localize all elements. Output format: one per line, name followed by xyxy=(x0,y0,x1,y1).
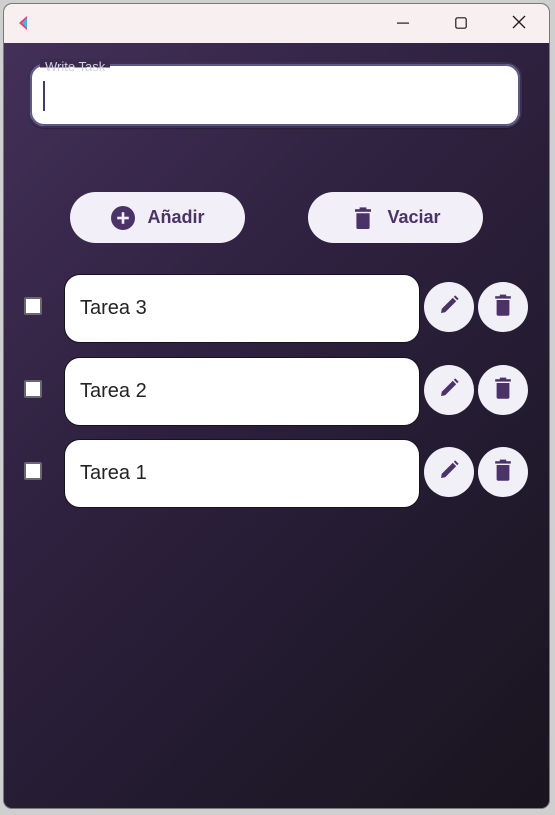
title-bar xyxy=(4,4,549,43)
plus-circle-icon xyxy=(110,205,136,231)
text-cursor xyxy=(43,81,45,111)
task-input-label: Write Task xyxy=(40,59,111,75)
minimize-icon xyxy=(397,14,409,33)
delete-task-button[interactable] xyxy=(478,282,528,332)
trash-icon xyxy=(490,292,516,322)
clear-all-button[interactable]: Vaciar xyxy=(308,192,483,243)
trash-icon xyxy=(490,457,516,487)
task-input[interactable] xyxy=(42,78,482,112)
edit-task-button[interactable] xyxy=(424,365,474,415)
app-window: Write Task Añadir Vaciar Tarea 3 Tarea 2… xyxy=(4,4,549,808)
clear-button-label: Vaciar xyxy=(387,207,441,227)
task-row: Tarea 1 xyxy=(4,438,549,508)
task-checkbox[interactable] xyxy=(24,462,42,480)
task-row: Tarea 3 xyxy=(4,273,549,343)
trash-icon xyxy=(350,205,376,231)
add-button-label: Añadir xyxy=(147,207,205,227)
minimize-button[interactable] xyxy=(374,4,432,43)
edit-task-button[interactable] xyxy=(424,282,474,332)
delete-task-button[interactable] xyxy=(478,447,528,497)
main-content: Write Task Añadir Vaciar Tarea 3 Tarea 2… xyxy=(4,43,549,808)
edit-task-button[interactable] xyxy=(424,447,474,497)
task-label: Tarea 1 xyxy=(64,439,420,508)
delete-task-button[interactable] xyxy=(478,365,528,415)
pencil-icon xyxy=(436,375,462,405)
pencil-icon xyxy=(436,292,462,322)
close-icon xyxy=(512,14,526,33)
task-row: Tarea 2 xyxy=(4,356,549,426)
maximize-button[interactable] xyxy=(432,4,490,43)
task-label: Tarea 3 xyxy=(64,274,420,343)
maximize-icon xyxy=(455,14,467,33)
task-label: Tarea 2 xyxy=(64,357,420,426)
trash-icon xyxy=(490,375,516,405)
pencil-icon xyxy=(436,457,462,487)
close-button[interactable] xyxy=(490,4,548,43)
task-checkbox[interactable] xyxy=(24,297,42,315)
app-logo-icon xyxy=(14,14,32,32)
task-checkbox[interactable] xyxy=(24,380,42,398)
add-button[interactable]: Añadir xyxy=(70,192,245,243)
